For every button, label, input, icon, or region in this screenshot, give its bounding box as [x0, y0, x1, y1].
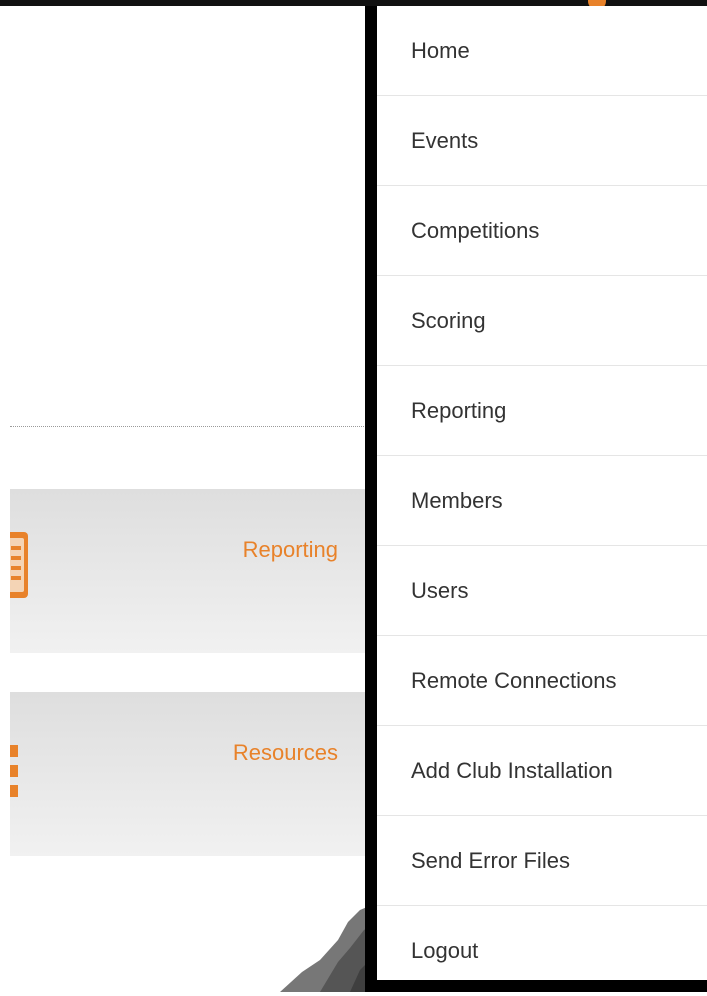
dashboard-tile-resources[interactable]: Resources	[10, 692, 370, 856]
report-icon	[10, 532, 28, 598]
tile-label: Resources	[232, 740, 338, 765]
menu-item-users[interactable]: Users	[377, 546, 707, 636]
menu-item-logout[interactable]: Logout	[377, 906, 707, 996]
menu-item-add-club-installation[interactable]: Add Club Installation	[377, 726, 707, 816]
menu-item-events[interactable]: Events	[377, 96, 707, 186]
dashboard-tile-reporting[interactable]: Reporting	[10, 489, 370, 653]
menu-item-reporting[interactable]: Reporting	[377, 366, 707, 456]
menu-item-remote-connections[interactable]: Remote Connections	[377, 636, 707, 726]
dropdown-menu: Home Events Competitions Scoring Reporti…	[365, 6, 707, 992]
menu-item-competitions[interactable]: Competitions	[377, 186, 707, 276]
menu-item-members[interactable]: Members	[377, 456, 707, 546]
menu-item-send-error-files[interactable]: Send Error Files	[377, 816, 707, 906]
menu-item-home[interactable]: Home	[377, 6, 707, 96]
tile-label: Reporting	[242, 537, 338, 562]
menu-item-scoring[interactable]: Scoring	[377, 276, 707, 366]
resources-icon	[10, 745, 18, 797]
menu-list: Home Events Competitions Scoring Reporti…	[377, 6, 707, 996]
section-divider	[10, 426, 370, 427]
